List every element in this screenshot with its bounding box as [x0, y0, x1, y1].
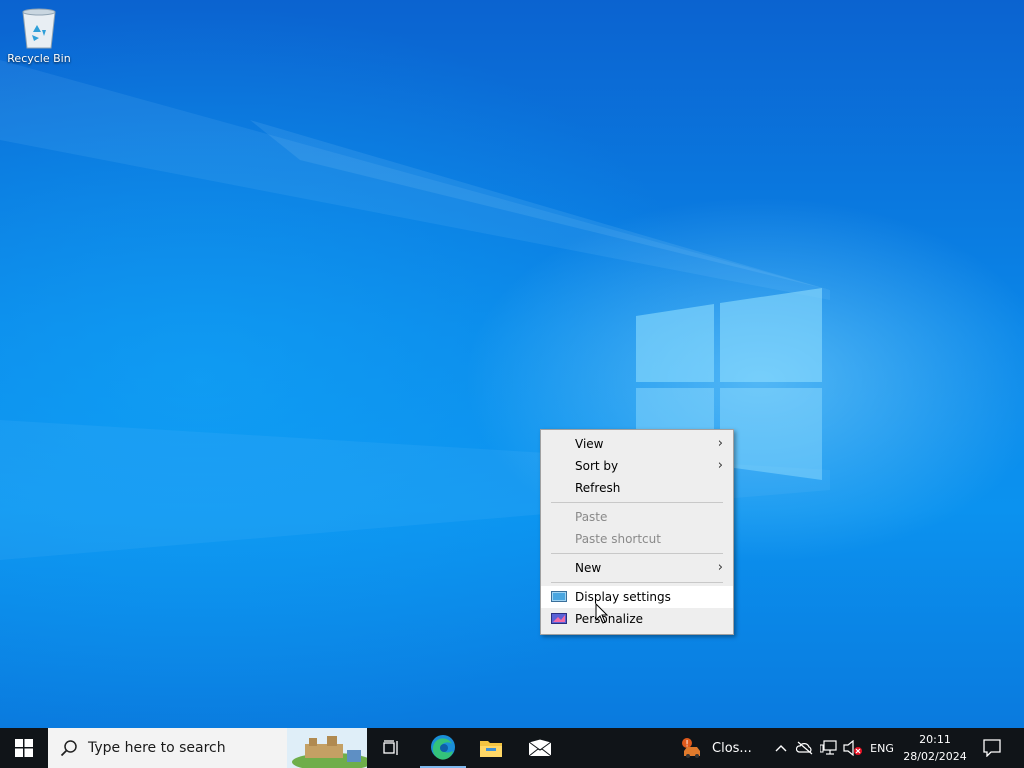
- chevron-right-icon: ›: [717, 458, 723, 473]
- menu-item-label: View: [575, 437, 604, 451]
- menu-item-label: Personalize: [575, 612, 644, 626]
- desktop[interactable]: Recycle Bin View › Sort by › Refresh Pas…: [0, 0, 1024, 728]
- menu-item-sort-by[interactable]: Sort by ›: [541, 455, 733, 477]
- tray-volume[interactable]: [842, 728, 864, 768]
- desktop-icon-label: Recycle Bin: [7, 52, 71, 65]
- menu-separator: [551, 582, 723, 583]
- task-view-button[interactable]: [370, 728, 414, 768]
- onedrive-offline-icon: [796, 741, 813, 755]
- desktop-context-menu: View › Sort by › Refresh Paste Paste sho…: [540, 429, 734, 635]
- search-placeholder: Type here to search: [88, 740, 226, 756]
- clock-date: 28/02/2024: [903, 750, 967, 763]
- menu-item-label: Paste shortcut: [575, 532, 661, 546]
- menu-item-label: Sort by: [575, 459, 619, 473]
- volume-muted-icon: [843, 740, 862, 756]
- taskbar-search-box[interactable]: Type here to search: [48, 728, 367, 768]
- chevron-right-icon: ›: [717, 436, 723, 451]
- file-explorer-icon: [480, 741, 502, 757]
- display-settings-icon: [551, 591, 567, 602]
- personalize-icon: [551, 613, 567, 624]
- menu-item-view[interactable]: View ›: [541, 433, 733, 455]
- chevron-up-icon: [775, 745, 787, 752]
- menu-separator: [551, 553, 723, 554]
- mouse-cursor-icon: [595, 603, 609, 624]
- desktop-icon-recycle-bin[interactable]: Recycle Bin: [4, 6, 74, 65]
- mail-icon: [528, 739, 552, 757]
- taskbar-app-edge[interactable]: [420, 728, 466, 768]
- taskbar-app-file-explorer[interactable]: [468, 728, 514, 768]
- edge-icon: [431, 735, 455, 760]
- action-center-button[interactable]: [974, 728, 1010, 768]
- menu-item-refresh[interactable]: Refresh: [541, 477, 733, 499]
- search-icon: [60, 740, 77, 757]
- tray-input-language[interactable]: ENG: [866, 728, 898, 768]
- notification-center-icon: [983, 739, 1001, 757]
- wallpaper-light-beams: [0, 60, 830, 560]
- show-hidden-icons-button[interactable]: [772, 728, 790, 768]
- car-warning-icon: !: [682, 738, 700, 758]
- tray-onedrive[interactable]: [794, 728, 816, 768]
- menu-item-paste[interactable]: Paste: [541, 506, 733, 528]
- running-app-label: Clos...: [712, 740, 752, 756]
- chevron-right-icon: ›: [717, 560, 723, 575]
- taskbar-app-mail[interactable]: [516, 728, 564, 768]
- tray-network[interactable]: [818, 728, 840, 768]
- menu-item-label: New: [575, 561, 602, 575]
- start-button[interactable]: [0, 728, 48, 768]
- windows-start-icon: [15, 739, 33, 757]
- menu-item-label: Display settings: [575, 590, 671, 604]
- taskbar-running-app[interactable]: ! Clos...: [680, 728, 770, 768]
- task-view-icon: [383, 740, 398, 755]
- tray-clock[interactable]: 20:11 28/02/2024: [900, 731, 970, 765]
- menu-separator: [551, 502, 723, 503]
- search-highlight-castle-icon: [287, 728, 367, 768]
- recycle-bin-icon: [22, 8, 56, 49]
- menu-item-label: Refresh: [575, 481, 621, 495]
- menu-item-personalize[interactable]: Personalize: [541, 608, 733, 630]
- clock-time: 20:11: [919, 733, 951, 746]
- menu-item-new[interactable]: New ›: [541, 557, 733, 579]
- menu-item-display-settings[interactable]: Display settings: [541, 586, 733, 608]
- menu-item-paste-shortcut[interactable]: Paste shortcut: [541, 528, 733, 550]
- taskbar: Type here to search ! Clos... ENG 20:11 …: [0, 728, 1024, 768]
- network-icon: [820, 740, 837, 755]
- menu-item-label: Paste: [575, 510, 608, 524]
